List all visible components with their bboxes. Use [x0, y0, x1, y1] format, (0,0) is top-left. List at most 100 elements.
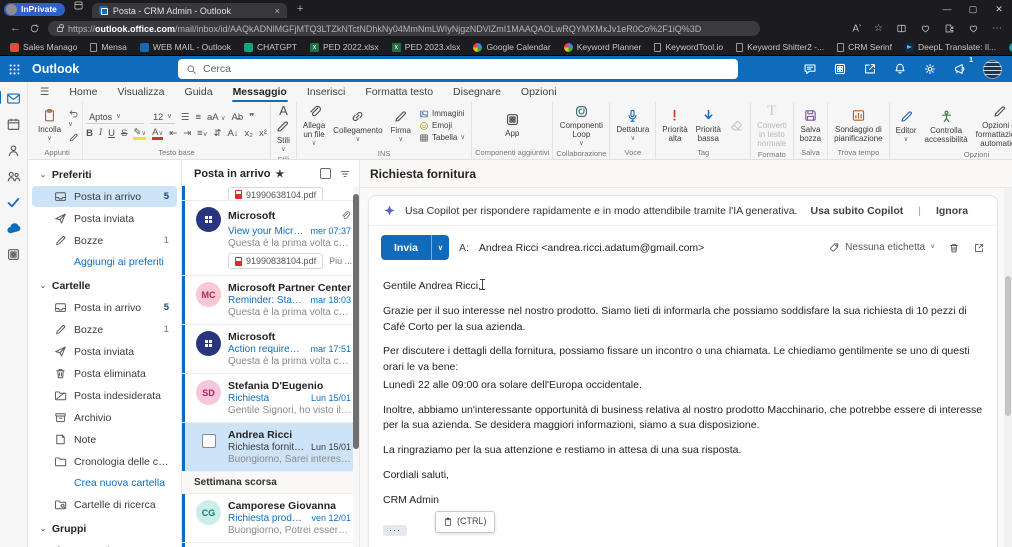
select-checkbox[interactable] — [202, 434, 216, 449]
account-avatar[interactable] — [983, 59, 1002, 79]
maximize-button[interactable]: ▢ — [960, 4, 986, 15]
dictation-button[interactable]: Dettatura ∨ — [613, 108, 652, 143]
bookmark-item[interactable]: Mensa — [90, 42, 127, 52]
accessibility-check-button[interactable]: Controlla accessibilità — [922, 109, 971, 144]
add-to-favorites-link[interactable]: Aggiungi ai preferiti — [32, 252, 177, 272]
emoji-button[interactable]: Emoji — [419, 121, 452, 131]
create-folder-link[interactable]: Crea nuova cartella — [32, 473, 177, 493]
scheduling-poll-button[interactable]: Sondaggio di pianificazione — [831, 108, 885, 143]
search-box[interactable]: Cerca — [178, 59, 738, 79]
bookmark-item[interactable]: x PED 2023.xlsx — [391, 42, 460, 52]
align-icon[interactable]: ≡∨ — [197, 129, 207, 139]
images-button[interactable]: Immagini — [419, 109, 464, 119]
people-icon[interactable] — [6, 142, 21, 157]
tab-disegnare[interactable]: Disegnare — [443, 82, 511, 102]
show-quoted-text-button[interactable]: ··· — [383, 525, 407, 537]
strikethrough-icon[interactable]: S — [121, 129, 127, 139]
close-tab-icon[interactable]: × — [275, 6, 280, 16]
section-cartelle[interactable]: ⌄ Cartelle — [28, 273, 181, 296]
onedrive-cloud-icon[interactable] — [6, 220, 21, 235]
select-mode-icon[interactable] — [320, 168, 331, 179]
workspaces-icon[interactable] — [73, 0, 84, 15]
editor-button[interactable]: Editor ∨ — [893, 109, 920, 144]
bookmark-item[interactable]: CRM Serinf — [837, 42, 892, 52]
folder-note[interactable]: Note — [32, 429, 177, 450]
apps-icon[interactable] — [833, 62, 847, 76]
scrollbar-thumb[interactable] — [1005, 276, 1011, 416]
bookmark-item[interactable]: DeepL Translate: Il... — [905, 42, 996, 52]
settings-gear-icon[interactable] — [923, 62, 937, 76]
message-row-partial[interactable]: 91990638104.pdf Più ... — [182, 186, 359, 202]
message-row[interactable]: Microsoft View your Microsoft ...mer 07:… — [182, 201, 359, 277]
send-options-caret[interactable]: ∨ — [430, 235, 449, 260]
table-button[interactable]: Tabella ∨ — [419, 133, 465, 143]
paste-button[interactable]: Incolla ∨ — [35, 108, 64, 143]
share-icon[interactable] — [863, 62, 877, 76]
paste-options-chip[interactable]: (CTRL) — [435, 511, 495, 533]
format-painter-button[interactable] — [68, 132, 79, 143]
favorite-star-icon[interactable]: ★ — [275, 169, 284, 180]
back-icon[interactable]: ← — [10, 23, 21, 34]
save-draft-button[interactable]: Salva bozza — [797, 108, 824, 143]
folder-posta-eliminata[interactable]: Posta eliminata — [32, 363, 177, 384]
compose-body[interactable]: Gentile Andrea Ricci, Grazie per il suo … — [369, 266, 997, 547]
app-launcher-icon[interactable] — [0, 63, 28, 76]
superscript-icon[interactable]: x² — [259, 129, 267, 139]
loop-components-button[interactable]: Componenti Loop ∨ — [556, 104, 606, 148]
tab-guida[interactable]: Guida — [175, 82, 223, 102]
folder-bozze[interactable]: Bozze 1 — [32, 319, 177, 340]
folder-archivio[interactable]: Archivio — [32, 407, 177, 428]
attach-file-button[interactable]: Allega un file ∨ — [300, 104, 328, 148]
outdent-icon[interactable]: ⇤ — [169, 129, 177, 139]
font-size-select[interactable]: 12 ∨ — [150, 111, 175, 124]
todo-check-icon[interactable] — [6, 194, 21, 209]
styles-button[interactable]: A Stili ∨ — [274, 103, 293, 154]
list-scrollbar[interactable] — [353, 186, 359, 547]
split-screen-icon[interactable] — [896, 23, 907, 34]
avatar[interactable]: SD — [196, 380, 221, 406]
avatar[interactable]: CG — [196, 500, 221, 526]
folder-cartelle-di-ricerca[interactable]: Cartelle di ricerca — [32, 494, 177, 515]
copilot-dismiss-link[interactable]: Ignora — [936, 205, 968, 217]
folder-posta-inviata[interactable]: Posta inviata — [32, 341, 177, 362]
tab-visualizza[interactable]: Visualizza — [107, 82, 174, 102]
indent-icon[interactable]: ⇥ — [183, 129, 191, 139]
label-button[interactable]: Nessuna etichetta ∨ — [829, 242, 935, 253]
profile-avatar[interactable] — [6, 3, 17, 15]
bookmark-item[interactable]: Sales Manago — [10, 42, 77, 52]
autoformat-options-button[interactable]: Opzioni di formattazione automatica — [973, 104, 1012, 149]
folder-cronologia[interactable]: Cronologia delle conversazioni — [32, 451, 177, 472]
italic-icon[interactable]: I — [99, 129, 102, 139]
message-row[interactable]: CG Camporese Giovanna Richiesta prodotto… — [182, 494, 359, 544]
feedback-megaphone-icon[interactable]: 1 — [953, 57, 973, 76]
chat-icon[interactable] — [803, 62, 817, 76]
message-row[interactable]: Admin CRM↓ Your mailbox is now c...ven 1… — [182, 543, 359, 547]
folder-posta-indesiderata[interactable]: Posta indesiderata — [32, 385, 177, 406]
sort-icon[interactable]: A↓ — [227, 129, 238, 139]
recipient-field[interactable]: Andrea Ricci <andrea.ricci.adatum@gmail.… — [479, 242, 704, 254]
filter-icon[interactable] — [339, 168, 351, 180]
attachment-chip[interactable]: 91990838104.pdf — [228, 253, 324, 270]
groups-icon[interactable] — [6, 168, 21, 183]
bullet-list-icon[interactable]: ☰ — [181, 112, 190, 123]
tab-opzioni[interactable]: Opzioni — [511, 82, 567, 102]
numbered-list-icon[interactable]: ≡ — [195, 112, 201, 123]
read-aloud-icon[interactable]: A› — [852, 23, 861, 34]
font-color-icon[interactable]: A∨ — [152, 128, 164, 141]
browser-tab[interactable]: Posta - CRM Admin - Outlook × — [91, 3, 287, 18]
refresh-icon[interactable] — [29, 23, 40, 34]
tab-messaggio[interactable]: Messaggio — [223, 82, 297, 102]
low-priority-button[interactable]: Priorità bassa — [693, 108, 724, 143]
highlight-color-icon[interactable]: ✎∨ — [133, 128, 147, 141]
font-family-select[interactable]: Aptos ∨ — [86, 111, 145, 124]
bookmark-item[interactable]: WEB MAIL - Outlook — [139, 42, 231, 52]
folder-bozze[interactable]: Bozze 1 — [32, 230, 177, 251]
subscript-icon[interactable]: x₂ — [245, 129, 253, 139]
bookmark-item[interactable]: x PED 2022.xlsx — [309, 42, 379, 52]
bookmark-item[interactable]: KeywordTool.io — [654, 42, 723, 52]
section-gruppi[interactable]: ⌄ Gruppi — [28, 516, 181, 539]
link-button[interactable]: Collegamento ∨ — [330, 109, 385, 144]
scrollbar-thumb[interactable] — [353, 194, 359, 450]
bookmark-item[interactable]: CHATGPT — [243, 42, 297, 52]
pane-scrollbar[interactable] — [1004, 188, 1012, 547]
